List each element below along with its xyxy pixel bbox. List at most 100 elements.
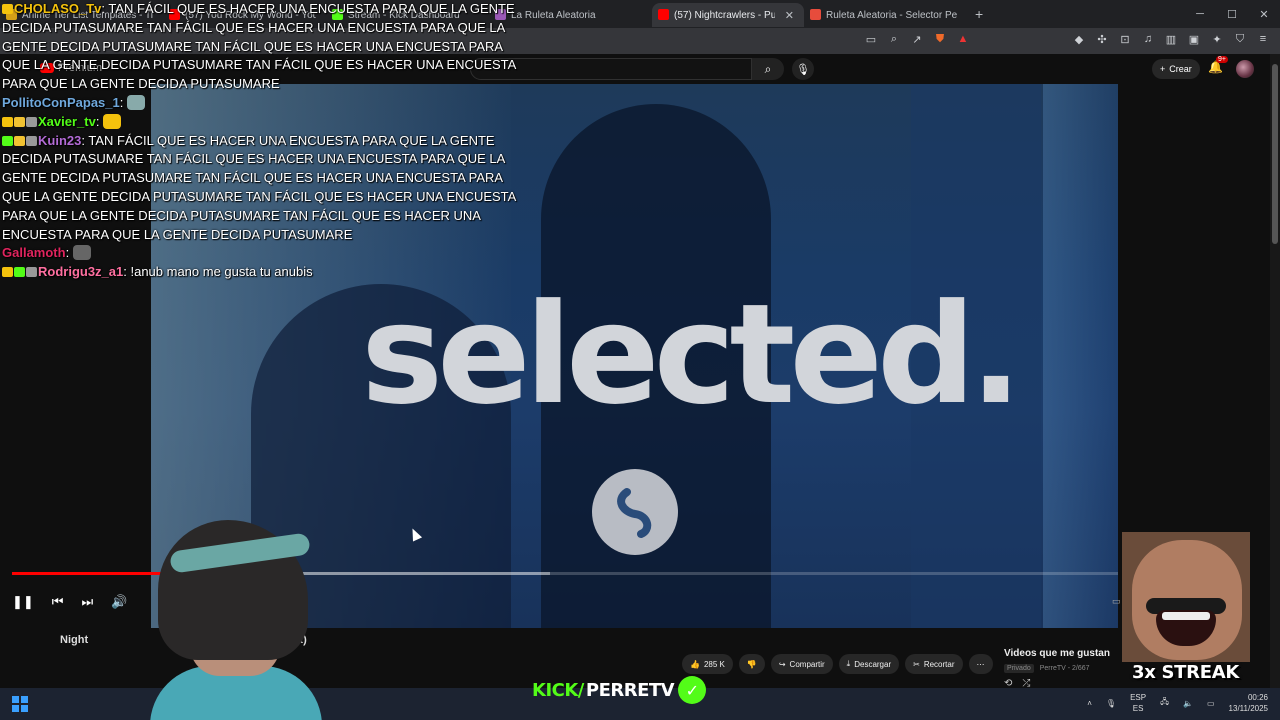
- like-button[interactable]: 👍 285 K: [682, 654, 733, 674]
- chat-badge-icon: [26, 135, 37, 146]
- progress-played: [12, 572, 162, 575]
- kick-brand: KICK/: [532, 679, 584, 701]
- video-actions: 👍 285 K 👎 ↪ Compartir ⤓ Descargar ✂ Reco…: [682, 654, 993, 674]
- download-label: Descargar: [854, 659, 892, 669]
- chat-badge-icon: [26, 267, 37, 278]
- chat-badge-icon: [2, 4, 13, 14]
- subtitles-icon[interactable]: ▭: [1112, 596, 1121, 607]
- chat-emote-icon: [103, 113, 122, 129]
- clock-time: 00:26: [1247, 693, 1268, 702]
- playlist-meta: Privado PerreTV - 2/667: [1004, 664, 1090, 673]
- search-icon: ⌕: [764, 61, 772, 76]
- thumbs-down-icon: 👎: [746, 659, 757, 669]
- chat-badge-icon: [2, 267, 13, 278]
- clock[interactable]: 00:26 13/11/2025: [1229, 692, 1268, 714]
- video-pillar: [1043, 84, 1118, 628]
- download-icon: ⤓: [846, 659, 851, 668]
- chevron-up-icon[interactable]: ˄: [1087, 699, 1092, 708]
- network-icon[interactable]: 🖧: [1160, 696, 1169, 710]
- rewards-icon[interactable]: ▲: [956, 32, 970, 46]
- video-brand-text: selected.: [361, 274, 1022, 435]
- page-scrollbar[interactable]: [1270, 54, 1280, 688]
- chat-username[interactable]: Gallamoth: [2, 245, 66, 260]
- speaker-icon[interactable]: 🔈: [1183, 699, 1193, 708]
- chat-badge-icon: [26, 116, 37, 127]
- meme-teeth: [1162, 612, 1210, 620]
- dislike-button[interactable]: 👎: [738, 654, 765, 674]
- puzzle-icon[interactable]: ✣: [1095, 32, 1109, 46]
- chat-username[interactable]: Kuin23: [38, 133, 81, 148]
- search-button[interactable]: ⌕: [752, 58, 784, 80]
- streamer-webcam: [150, 516, 322, 720]
- player-controls: ❚❚ ⏮ ⏭ 🔊: [12, 592, 127, 612]
- scrollbar-thumb[interactable]: [1272, 64, 1278, 244]
- maximize-icon[interactable]: ☐: [1216, 0, 1248, 28]
- chat-badge-icon: [14, 135, 25, 146]
- chat-badge-icon: [14, 116, 25, 127]
- voice-search-button[interactable]: 🎙: [792, 58, 814, 80]
- stream-chat-overlay: CHOLASO_Tv: TAN FÁCIL QUE ES HACER UNA E…: [2, 0, 532, 282]
- create-button[interactable]: + Crear: [1152, 59, 1200, 79]
- chat-emote-icon: [126, 94, 145, 110]
- share-button[interactable]: ↪ Compartir: [770, 654, 833, 674]
- cast-icon[interactable]: ▭: [864, 32, 878, 46]
- notifications-button[interactable]: 🔔 9+: [1208, 56, 1228, 74]
- clip-button[interactable]: ✂ Recortar: [905, 654, 963, 674]
- browser-tab[interactable]: (57) Nightcrawlers - Push The ✕: [652, 3, 804, 27]
- screen: Anime Tier List Templates - TierMak(57) …: [0, 0, 1280, 720]
- chat-username[interactable]: PollitoConPapas_1: [2, 95, 120, 110]
- tab-favicon-icon: [810, 9, 821, 20]
- chat-badge-icon: [14, 267, 25, 278]
- new-tab-button[interactable]: +: [975, 6, 983, 22]
- verified-check-icon: ✓: [678, 676, 707, 704]
- previous-icon[interactable]: ⏮: [52, 594, 64, 610]
- tab-close-icon[interactable]: ✕: [785, 9, 794, 22]
- windows-start-icon[interactable]: [12, 696, 28, 712]
- close-window-icon[interactable]: ✕: [1248, 0, 1280, 28]
- chat-username[interactable]: CHOLASO_Tv: [14, 1, 101, 16]
- shield-icon[interactable]: ⛊: [933, 32, 947, 46]
- streak-label: 3x STREAK: [1132, 662, 1239, 683]
- meme-overlay-image: [1122, 532, 1250, 662]
- chat-username[interactable]: Xavier_tv: [38, 114, 96, 129]
- pause-icon[interactable]: ❚❚: [12, 594, 34, 610]
- download-button[interactable]: ⤓ Descargar: [838, 654, 900, 674]
- browser-tab[interactable]: Ruleta Aleatoria - Selector Personaliz: [804, 3, 967, 27]
- screenshot-icon[interactable]: ⊡: [1118, 32, 1132, 46]
- tab-label: Ruleta Aleatoria - Selector Personaliz: [826, 9, 957, 21]
- wallet-icon[interactable]: ▣: [1187, 32, 1201, 46]
- share-icon[interactable]: ↗: [910, 32, 924, 46]
- zoom-icon[interactable]: ⌕: [887, 32, 901, 46]
- next-icon[interactable]: ⏭: [82, 594, 94, 610]
- playlist-title[interactable]: Videos que me gustan: [1004, 648, 1110, 659]
- microphone-icon[interactable]: 🎙: [1106, 699, 1116, 708]
- chat-emote-icon: [72, 245, 91, 261]
- sidebar-icon[interactable]: ▥: [1164, 32, 1178, 46]
- kick-channel-name: PERRETV: [585, 679, 675, 701]
- notification-badge: 9+: [1216, 56, 1228, 63]
- chat-message: Rodrigu3z_a1: !anub mano me gusta tu anu…: [2, 263, 532, 282]
- chat-username[interactable]: Rodrigu3z_a1: [38, 264, 123, 279]
- chat-badge-icon: [2, 116, 13, 127]
- vpn-icon[interactable]: ⛉: [1233, 32, 1247, 46]
- browser-toolbar-icons: ◆ ✣ ⊡ ♫ ▥ ▣ ✦ ⛉ ≡: [1072, 32, 1270, 46]
- music-icon[interactable]: ♫: [1141, 32, 1155, 46]
- more-actions-button[interactable]: ⋯: [968, 654, 993, 674]
- share-label: Compartir: [789, 659, 825, 669]
- kick-channel-logo: KICK/ PERRETV ✓: [532, 676, 707, 704]
- minimize-icon[interactable]: ─: [1184, 0, 1216, 28]
- battery-icon[interactable]: ▭: [1207, 699, 1215, 708]
- chat-text: !anub mano me gusta tu anubis: [130, 264, 313, 280]
- ai-icon[interactable]: ✦: [1210, 32, 1224, 46]
- chat-message: Kuin23: TAN FÁCIL QUE ES HACER UNA ENCUE…: [2, 132, 516, 242]
- volume-icon[interactable]: 🔊: [111, 594, 127, 610]
- privacy-badge: Privado: [1004, 664, 1034, 673]
- avatar[interactable]: [1236, 60, 1254, 78]
- clip-label: Recortar: [923, 659, 955, 669]
- language-indicator[interactable]: ESP ES: [1130, 692, 1146, 714]
- extension-icon[interactable]: ◆: [1072, 32, 1086, 46]
- menu-icon[interactable]: ≡: [1256, 32, 1270, 46]
- addressbar-actions: ▭ ⌕ ↗ ⛊ ▲: [864, 32, 970, 46]
- tab-label: (57) Nightcrawlers - Push The: [674, 9, 775, 21]
- more-icon: ⋯: [976, 659, 985, 669]
